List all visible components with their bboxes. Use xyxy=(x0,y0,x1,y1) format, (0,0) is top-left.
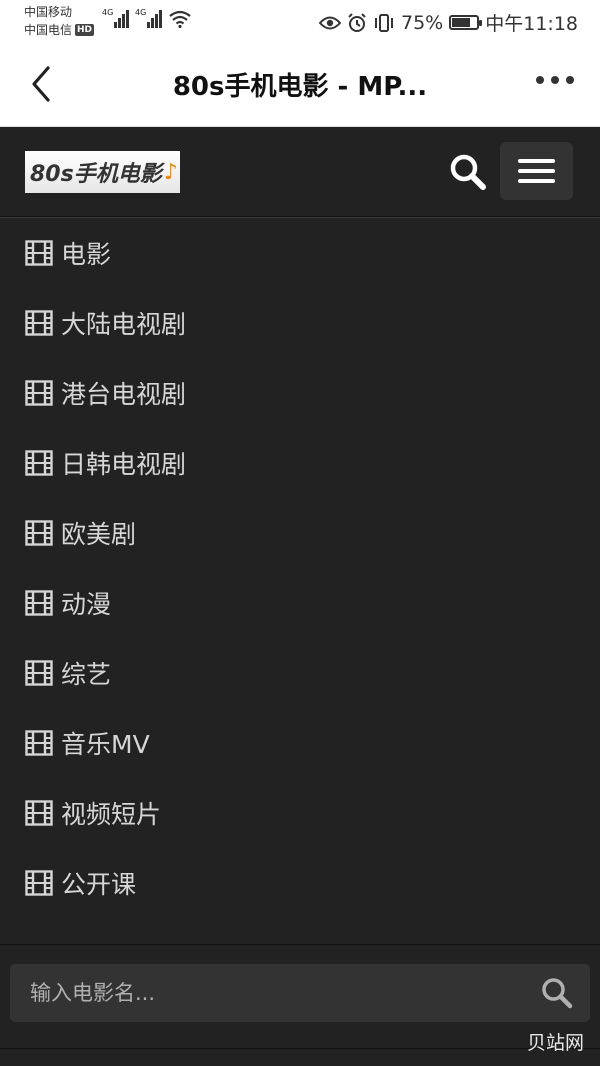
menu-item-label: 公开课 xyxy=(61,870,137,899)
page-title: 80s手机电影 - MP... xyxy=(172,72,428,102)
menu-item-label: 音乐MV xyxy=(61,730,150,759)
more-dot-icon xyxy=(566,76,574,84)
hamburger-bar-icon xyxy=(518,159,555,163)
site-logo[interactable]: 80s手机电影 ♪ xyxy=(25,151,180,193)
film-icon xyxy=(25,870,53,896)
signal-indicators: 4G 4G xyxy=(102,8,192,28)
menu-toggle-button[interactable] xyxy=(500,142,573,200)
category-menu: 电影 大陆电视剧 港台电视剧 日韩电视剧 欧美剧 动漫 综艺 音乐MV 视频短片… xyxy=(0,217,600,945)
carrier-1: 中国移动 xyxy=(24,3,94,21)
menu-item-label: 视频短片 xyxy=(61,800,162,829)
music-note-icon: ♪ xyxy=(163,159,178,185)
search-icon xyxy=(542,978,573,1009)
film-icon xyxy=(25,730,53,756)
menu-item-label: 欧美剧 xyxy=(61,520,137,549)
search-submit-button[interactable] xyxy=(540,976,574,1010)
back-button[interactable] xyxy=(24,64,60,104)
menu-item-6[interactable]: 综艺 xyxy=(0,638,600,708)
film-icon xyxy=(25,590,53,616)
menu-item-8[interactable]: 视频短片 xyxy=(0,778,600,848)
more-options-button[interactable] xyxy=(536,76,574,84)
status-right: 75% 中午11:18 xyxy=(319,9,578,36)
search-icon xyxy=(450,154,486,190)
film-icon xyxy=(25,520,53,546)
menu-item-5[interactable]: 动漫 xyxy=(0,568,600,638)
signal-1-icon: 4G xyxy=(102,8,129,28)
film-icon xyxy=(25,800,53,826)
menu-item-label: 综艺 xyxy=(61,660,112,689)
vibrate-icon xyxy=(375,13,393,32)
signal-2-label: 4G xyxy=(135,8,147,17)
carrier-info: 中国移动 中国电信 HD xyxy=(24,3,95,39)
bottom-strip xyxy=(0,1048,600,1066)
battery-percent: 75% xyxy=(401,11,444,34)
menu-item-7[interactable]: 音乐MV xyxy=(0,708,600,778)
search-input[interactable] xyxy=(10,964,520,1022)
menu-item-0[interactable]: 电影 xyxy=(0,218,600,288)
chevron-left-icon xyxy=(32,66,50,102)
menu-item-label: 大陆电视剧 xyxy=(61,310,187,339)
menu-item-label: 日韩电视剧 xyxy=(61,450,187,479)
wifi-icon xyxy=(169,10,191,28)
alarm-icon xyxy=(348,12,366,32)
signal-1-label: 4G xyxy=(102,8,114,17)
film-icon xyxy=(25,310,53,336)
watermark: 贝站网 xyxy=(526,1032,584,1054)
film-icon xyxy=(25,660,53,686)
menu-item-2[interactable]: 港台电视剧 xyxy=(0,358,600,428)
menu-item-9[interactable]: 公开课 xyxy=(0,848,600,918)
more-dot-icon xyxy=(536,76,544,84)
menu-item-1[interactable]: 大陆电视剧 xyxy=(0,288,600,358)
app-header: 80s手机电影 - MP... xyxy=(0,44,600,127)
carrier-2: 中国电信 HD xyxy=(24,21,95,39)
eye-icon xyxy=(319,16,341,29)
battery-fill xyxy=(452,18,470,27)
hamburger-bar-icon xyxy=(518,169,555,173)
menu-item-label: 动漫 xyxy=(61,590,112,619)
status-time: 中午11:18 xyxy=(485,13,578,35)
film-icon xyxy=(25,380,53,406)
carrier-1-name: 中国移动 xyxy=(24,5,73,19)
carrier-2-name: 中国电信 xyxy=(24,23,73,37)
search-section xyxy=(0,944,600,1049)
film-icon xyxy=(25,240,53,266)
hd-badge: HD xyxy=(75,24,95,36)
search-box xyxy=(10,964,590,1022)
search-toggle-button[interactable] xyxy=(448,152,488,192)
logo-text: 80s手机电影 xyxy=(30,162,162,187)
status-bar: 中国移动 中国电信 HD 4G 4G 75% 中午11:18 xyxy=(0,0,600,44)
more-dot-icon xyxy=(551,76,559,84)
hamburger-bar-icon xyxy=(518,179,555,183)
menu-item-4[interactable]: 欧美剧 xyxy=(0,498,600,568)
signal-2-icon: 4G xyxy=(135,8,162,28)
film-icon xyxy=(25,450,53,476)
menu-item-3[interactable]: 日韩电视剧 xyxy=(0,428,600,498)
menu-item-label: 港台电视剧 xyxy=(61,380,187,409)
battery-icon xyxy=(449,15,483,30)
menu-item-label: 电影 xyxy=(61,240,112,269)
